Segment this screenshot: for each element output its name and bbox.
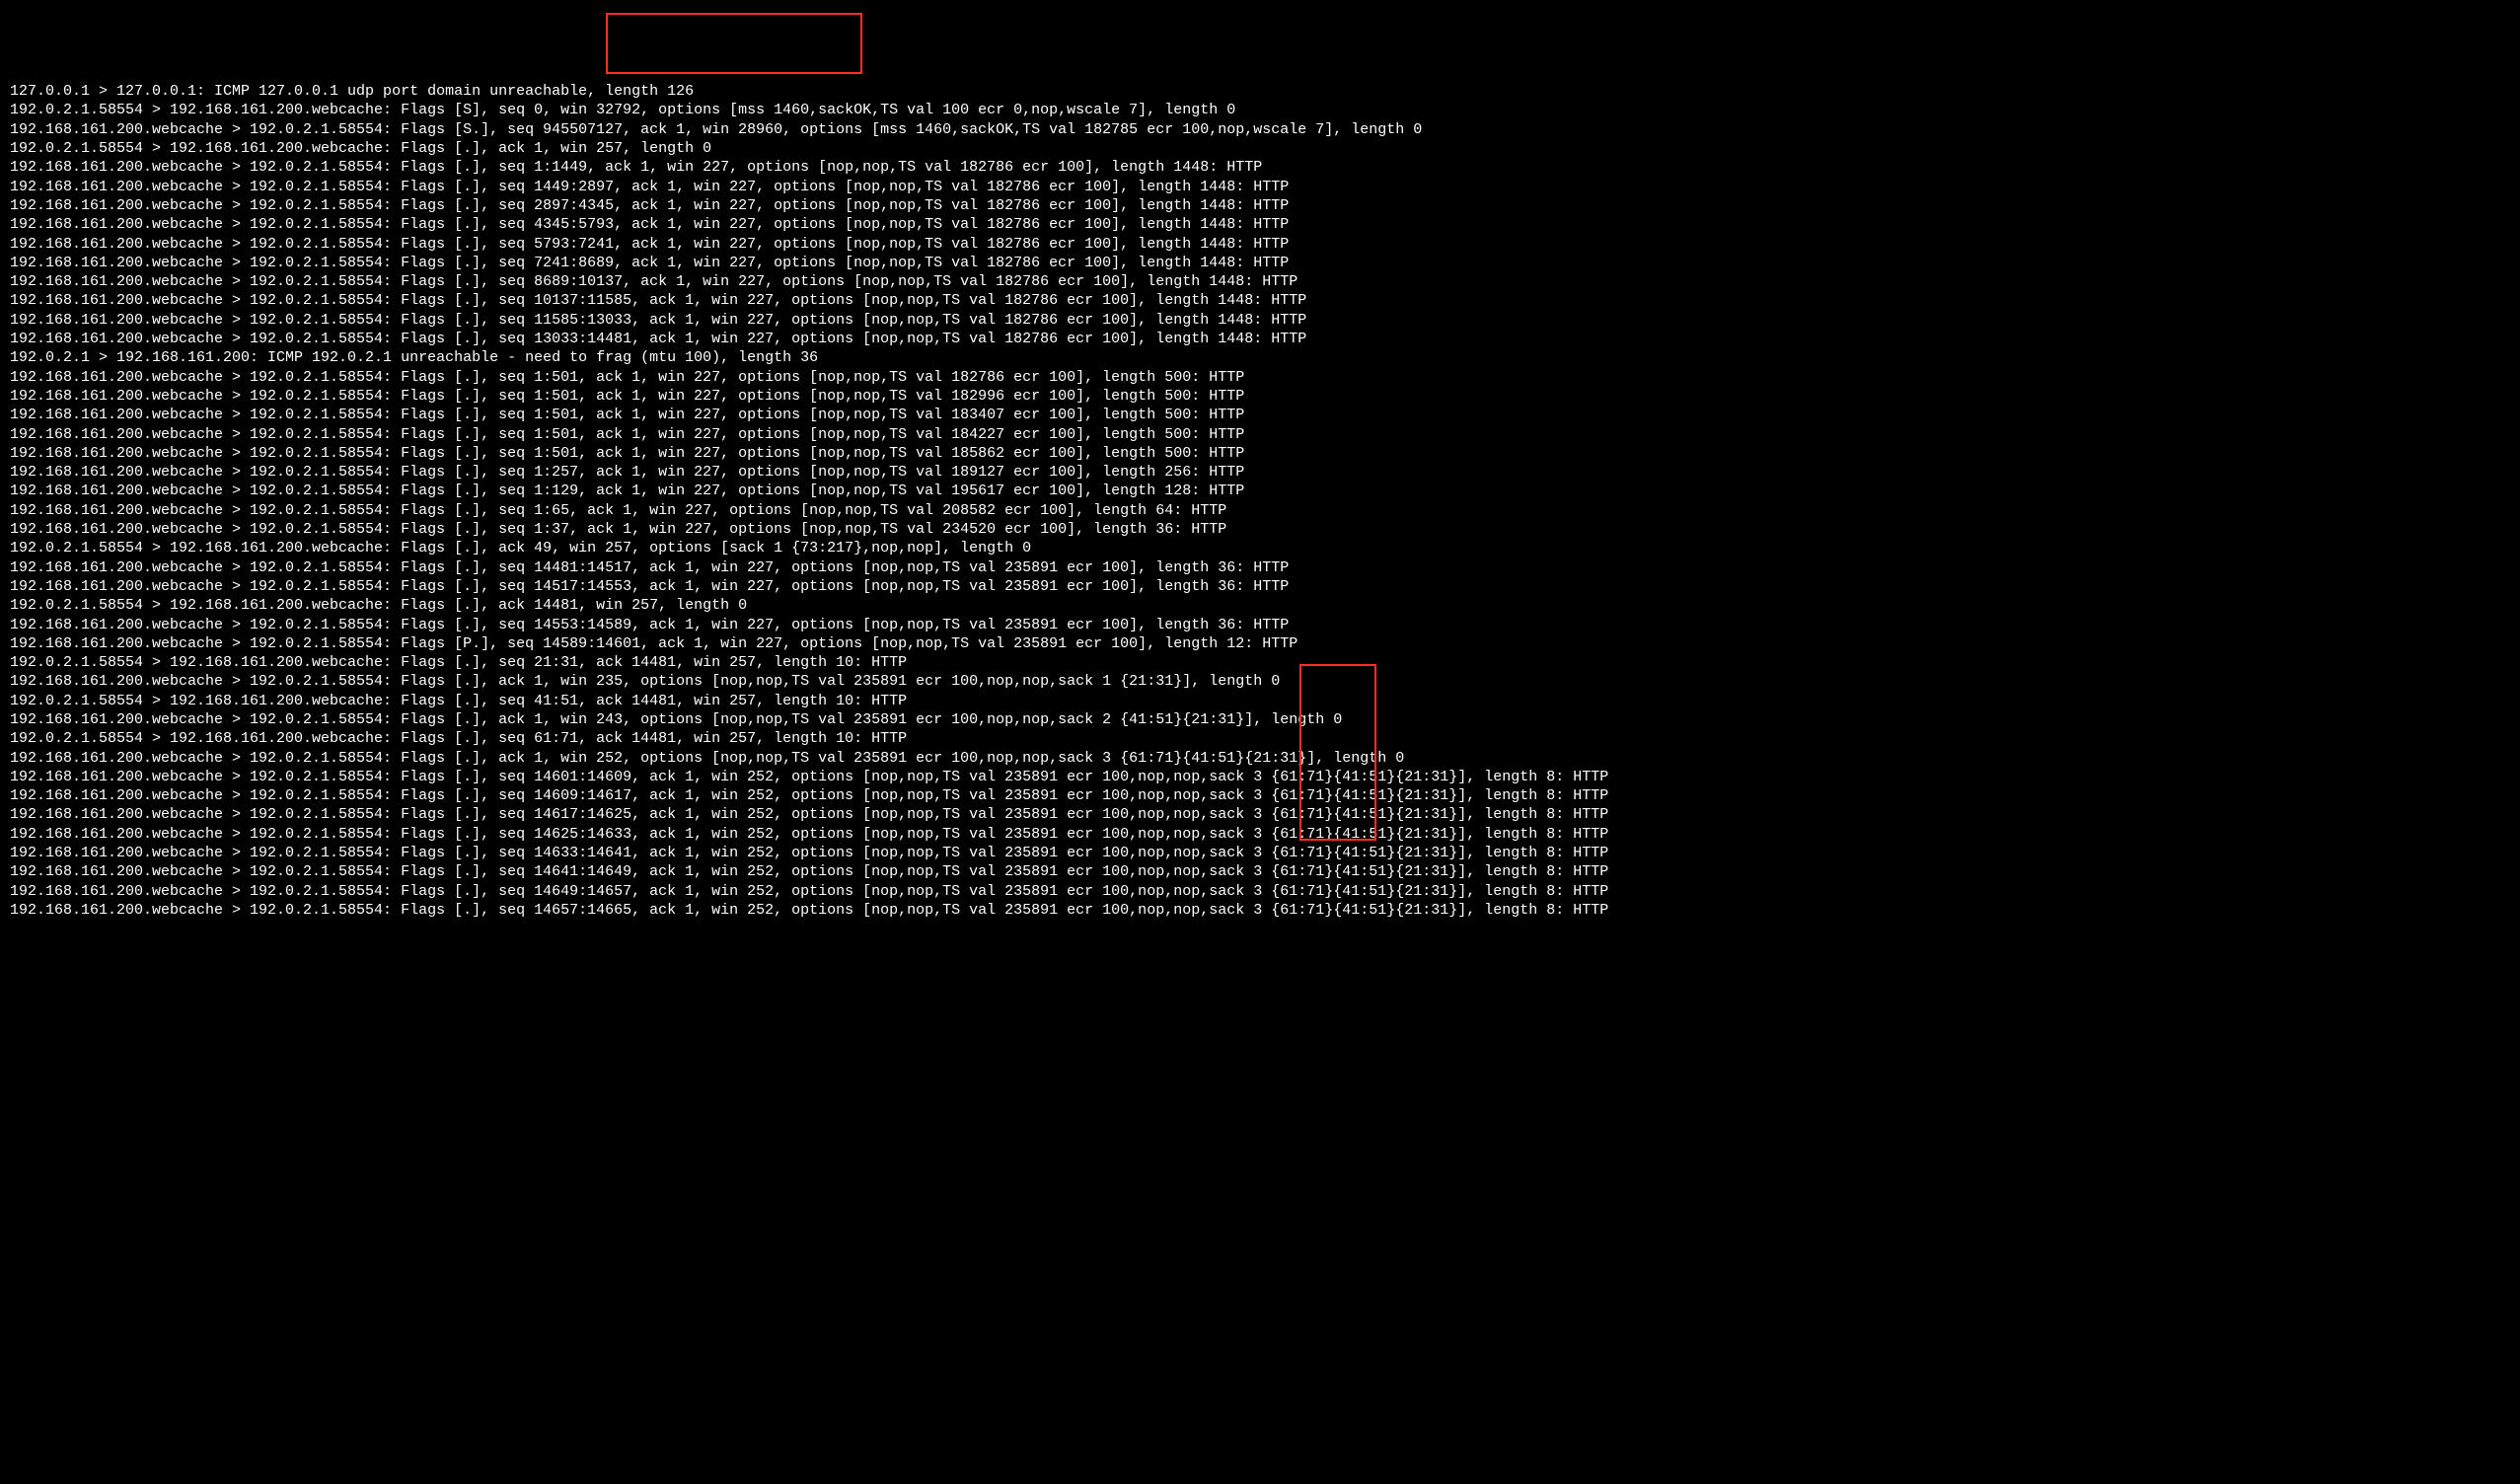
terminal-line: 192.168.161.200.webcache > 192.0.2.1.585… — [10, 520, 2510, 539]
terminal-line: 192.168.161.200.webcache > 192.0.2.1.585… — [10, 844, 2510, 862]
terminal-line: 192.168.161.200.webcache > 192.0.2.1.585… — [10, 862, 2510, 881]
terminal-line: 192.168.161.200.webcache > 192.0.2.1.585… — [10, 387, 2510, 406]
terminal-line: 192.0.2.1.58554 > 192.168.161.200.webcac… — [10, 729, 2510, 748]
terminal-line: 192.168.161.200.webcache > 192.0.2.1.585… — [10, 178, 2510, 196]
terminal-line: 192.168.161.200.webcache > 192.0.2.1.585… — [10, 672, 2510, 691]
terminal-line: 192.168.161.200.webcache > 192.0.2.1.585… — [10, 749, 2510, 768]
annotation-box-1 — [606, 13, 862, 74]
terminal-line: 192.0.2.1 > 192.168.161.200: ICMP 192.0.… — [10, 348, 2510, 367]
terminal-line: 192.168.161.200.webcache > 192.0.2.1.585… — [10, 786, 2510, 805]
terminal-line: 192.168.161.200.webcache > 192.0.2.1.585… — [10, 882, 2510, 901]
terminal-line: 192.168.161.200.webcache > 192.0.2.1.585… — [10, 215, 2510, 234]
terminal-line: 192.168.161.200.webcache > 192.0.2.1.585… — [10, 901, 2510, 920]
terminal-line: 192.168.161.200.webcache > 192.0.2.1.585… — [10, 235, 2510, 254]
terminal-line: 192.168.161.200.webcache > 192.0.2.1.585… — [10, 330, 2510, 348]
terminal-line: 192.168.161.200.webcache > 192.0.2.1.585… — [10, 501, 2510, 520]
terminal-line: 192.168.161.200.webcache > 192.0.2.1.585… — [10, 805, 2510, 824]
terminal-line: 192.168.161.200.webcache > 192.0.2.1.585… — [10, 634, 2510, 653]
terminal-line: 192.168.161.200.webcache > 192.0.2.1.585… — [10, 196, 2510, 215]
terminal-line: 192.168.161.200.webcache > 192.0.2.1.585… — [10, 406, 2510, 424]
terminal-line: 192.168.161.200.webcache > 192.0.2.1.585… — [10, 482, 2510, 500]
terminal-line: 192.168.161.200.webcache > 192.0.2.1.585… — [10, 311, 2510, 330]
terminal-line: 192.168.161.200.webcache > 192.0.2.1.585… — [10, 710, 2510, 729]
terminal-line: 192.168.161.200.webcache > 192.0.2.1.585… — [10, 577, 2510, 596]
terminal-line: 192.0.2.1.58554 > 192.168.161.200.webcac… — [10, 596, 2510, 615]
terminal-line: 192.0.2.1.58554 > 192.168.161.200.webcac… — [10, 653, 2510, 672]
terminal-line: 192.168.161.200.webcache > 192.0.2.1.585… — [10, 272, 2510, 291]
terminal-line: 192.0.2.1.58554 > 192.168.161.200.webcac… — [10, 539, 2510, 557]
terminal-line: 192.168.161.200.webcache > 192.0.2.1.585… — [10, 768, 2510, 786]
terminal-line: 192.0.2.1.58554 > 192.168.161.200.webcac… — [10, 101, 2510, 119]
terminal-line: 192.168.161.200.webcache > 192.0.2.1.585… — [10, 463, 2510, 482]
terminal-line: 192.168.161.200.webcache > 192.0.2.1.585… — [10, 825, 2510, 844]
terminal-line: 192.168.161.200.webcache > 192.0.2.1.585… — [10, 616, 2510, 634]
terminal-line: 192.168.161.200.webcache > 192.0.2.1.585… — [10, 425, 2510, 444]
terminal-line: 192.0.2.1.58554 > 192.168.161.200.webcac… — [10, 692, 2510, 710]
terminal-line: 192.168.161.200.webcache > 192.0.2.1.585… — [10, 120, 2510, 139]
terminal-output[interactable]: 127.0.0.1 > 127.0.0.1: ICMP 127.0.0.1 ud… — [10, 82, 2510, 920]
terminal-line: 192.0.2.1.58554 > 192.168.161.200.webcac… — [10, 139, 2510, 158]
terminal-line: 192.168.161.200.webcache > 192.0.2.1.585… — [10, 558, 2510, 577]
terminal-line: 192.168.161.200.webcache > 192.0.2.1.585… — [10, 368, 2510, 387]
terminal-line: 192.168.161.200.webcache > 192.0.2.1.585… — [10, 444, 2510, 463]
terminal-line: 192.168.161.200.webcache > 192.0.2.1.585… — [10, 291, 2510, 310]
terminal-line: 127.0.0.1 > 127.0.0.1: ICMP 127.0.0.1 ud… — [10, 82, 2510, 101]
terminal-line: 192.168.161.200.webcache > 192.0.2.1.585… — [10, 158, 2510, 177]
terminal-line: 192.168.161.200.webcache > 192.0.2.1.585… — [10, 254, 2510, 272]
